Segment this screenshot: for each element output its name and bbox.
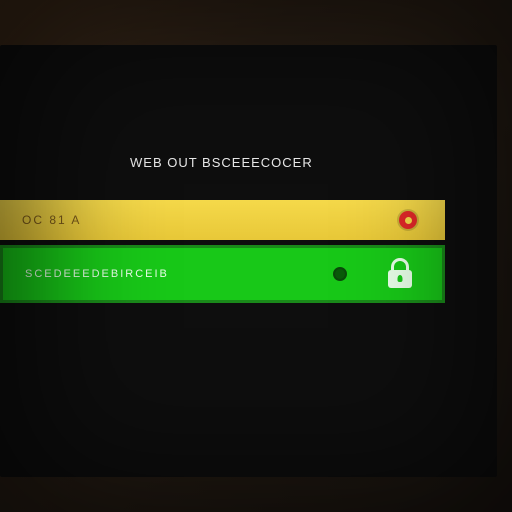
- option-green-label: SCEDEEEDEBIRCEIB: [25, 268, 169, 280]
- close-icon[interactable]: [399, 211, 417, 229]
- option-yellow-label: OC 81 A: [22, 213, 81, 227]
- radio-indicator-icon: [333, 267, 347, 281]
- page-title: WEB OUT BSCEEECOCER: [130, 155, 313, 170]
- option-row-green[interactable]: SCEDEEEDEBIRCEIB: [0, 245, 445, 303]
- lock-icon: [386, 258, 414, 290]
- option-row-yellow[interactable]: OC 81 A: [0, 200, 445, 240]
